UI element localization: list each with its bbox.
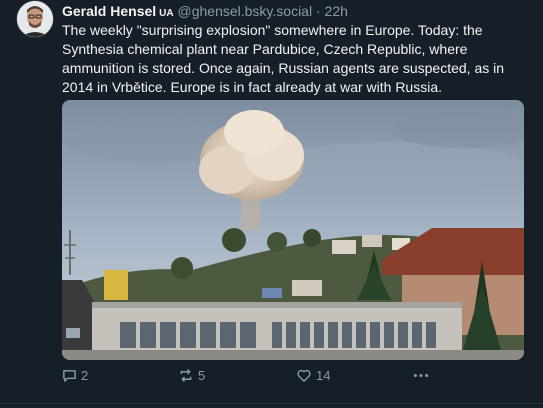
post-actions: 2 5 14 bbox=[62, 368, 532, 388]
repost-icon bbox=[180, 369, 192, 382]
repost-button[interactable]: 5 bbox=[178, 368, 205, 383]
ellipsis-icon bbox=[413, 374, 429, 377]
author-badge: UA bbox=[159, 8, 174, 19]
avatar[interactable] bbox=[16, 0, 54, 38]
avatar-portrait bbox=[17, 1, 53, 37]
reply-button[interactable]: 2 bbox=[62, 368, 88, 383]
author-handle[interactable]: @ghensel.bsky.social bbox=[178, 3, 313, 19]
reply-count: 2 bbox=[81, 368, 89, 383]
author-name[interactable]: Gerald Hensel bbox=[62, 3, 156, 19]
repost-count: 5 bbox=[198, 368, 206, 383]
post-divider bbox=[0, 403, 543, 404]
like-count: 14 bbox=[316, 368, 331, 383]
post-image[interactable] bbox=[62, 100, 524, 360]
post-timestamp[interactable]: 22h bbox=[325, 3, 348, 19]
heart-icon bbox=[297, 369, 311, 382]
reply-icon bbox=[63, 370, 76, 382]
post-text: The weekly "surprising explosion" somewh… bbox=[62, 22, 505, 95]
explosion-photo bbox=[62, 100, 524, 360]
post-header: Gerald Hensel UA @ghensel.bsky.social · 2… bbox=[62, 3, 348, 22]
like-button[interactable]: 14 bbox=[296, 368, 330, 383]
more-options-button[interactable] bbox=[412, 368, 430, 383]
separator-dot: · bbox=[315, 3, 321, 19]
post-item[interactable]: Gerald Hensel UA @ghensel.bsky.social · 2… bbox=[0, 0, 543, 408]
